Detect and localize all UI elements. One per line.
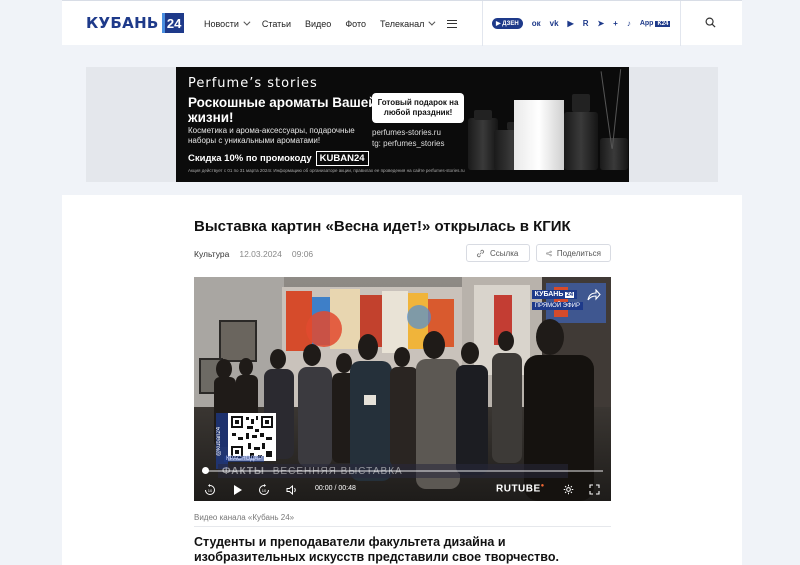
share-icon <box>546 250 552 256</box>
ad-headline: Роскошные ароматы Вашей жизни! <box>188 95 377 125</box>
qr-code-icon <box>228 413 276 461</box>
copy-link-button[interactable]: Ссылка <box>466 244 530 262</box>
rutube-logo[interactable]: RUTUBE● <box>496 483 545 494</box>
ad-promo-text: Скидка 10% по промокоду <box>188 153 312 164</box>
channel-name: КУБАНЬ <box>534 291 564 298</box>
settings-gear-icon[interactable] <box>563 484 574 495</box>
video-player[interactable]: КУБАНЬ24 ПРЯМОЙ ЭФИР @kuban24 КРАСНОДАР <box>194 277 611 501</box>
share-button[interactable]: Поделиться <box>536 244 611 262</box>
nav-item-news[interactable]: Новости <box>204 18 251 29</box>
ad-subtext: Косметика и арома-аксессуары, подарочные… <box>188 126 355 145</box>
share-arrow-icon[interactable] <box>587 289 601 301</box>
dzen-icon[interactable]: ▶ ДЗЕН <box>492 18 523 29</box>
play-icon[interactable] <box>232 484 243 496</box>
ad-telegram: tg: perfumes_stories <box>372 139 445 148</box>
video-time: 00:00 / 00:48 <box>315 485 356 492</box>
perfume-bottle-image <box>564 112 598 170</box>
nav-item-video[interactable]: Видео <box>305 19 331 29</box>
site-logo[interactable]: КУБАНЬ 24 <box>86 13 184 33</box>
share-label: Поделиться <box>556 248 601 258</box>
nav-item-tv[interactable]: Телеканал <box>380 18 436 29</box>
fullscreen-icon[interactable] <box>589 484 600 495</box>
ad-banner[interactable]: Perfume’s stories Роскошные ароматы Ваше… <box>176 67 629 182</box>
tiktok-icon[interactable]: ♪ <box>627 19 631 28</box>
nav-item-photo[interactable]: Фото <box>345 19 366 29</box>
channel-logo: КУБАНЬ 24 <box>531 290 578 299</box>
logo-number: 24 <box>161 13 184 33</box>
ad-container: Perfume’s stories Роскошные ароматы Ваше… <box>86 67 718 182</box>
volume-icon[interactable] <box>286 485 298 495</box>
article-meta: Культура 12.03.2024 09:06 <box>194 249 313 259</box>
social-links: ▶ ДЗЕН ок vk ▶ R ➤ + ♪ App K24 <box>492 1 671 46</box>
chevron-down-icon <box>243 18 251 26</box>
ok-icon[interactable]: ок <box>532 19 541 28</box>
logo-text: КУБАНЬ <box>86 14 159 32</box>
nav-label: Телеканал <box>380 18 425 29</box>
search-icon[interactable] <box>705 17 716 28</box>
telegram-icon[interactable]: ➤ <box>597 19 604 28</box>
article-time: 09:06 <box>291 249 314 259</box>
ad-gift-badge: Готовый подарок на любой праздник! <box>372 93 464 123</box>
forward-10-icon[interactable]: 10 <box>258 484 270 496</box>
chevron-down-icon <box>428 18 436 26</box>
progress-handle[interactable] <box>202 467 209 474</box>
bottle-cap-image <box>572 94 590 112</box>
rutube-logo-text: RUTUBE <box>496 483 541 495</box>
rutube-logo-dot: ● <box>540 483 545 489</box>
rewind-10-icon[interactable]: 10 <box>204 484 216 496</box>
article-title: Выставка картин «Весна идет!» открылась … <box>194 218 571 235</box>
link-icon <box>476 249 485 257</box>
menu-button[interactable] <box>447 19 458 28</box>
youtube-icon[interactable]: ▶ <box>568 19 574 28</box>
ad-brand: Perfume’s stories <box>188 76 318 91</box>
diffuser-stick-image <box>611 69 622 149</box>
channel-number: 24 <box>565 291 575 298</box>
ad-fine-print: Акция действует с 01 по 31 марта 2024г. … <box>188 168 465 173</box>
article-category[interactable]: Культура <box>194 249 229 259</box>
ad-promo-code: KUBAN24 <box>315 151 369 166</box>
article-date: 12.03.2024 <box>239 249 282 259</box>
main-nav: Новости Статьи Видео Фото Телеканал <box>204 1 458 46</box>
vk-icon[interactable]: vk <box>550 19 559 28</box>
bottle-cap-image <box>474 110 492 120</box>
video-progress-bar[interactable] <box>202 467 603 474</box>
article-container: Выставка картин «Весна идет!» открылась … <box>62 195 742 565</box>
video-caption: Видео канала «Кубань 24» <box>194 513 295 522</box>
nav-item-articles[interactable]: Статьи <box>262 19 291 29</box>
nav-label: Видео <box>305 18 332 29</box>
divider <box>680 1 681 46</box>
ad-links: perfumes-stories.ru tg: perfumes_stories <box>372 127 444 149</box>
rewind-label: 10 <box>208 488 213 493</box>
live-label: ПРЯМОЙ ЭФИР <box>531 302 583 310</box>
perfume-box-image <box>514 100 564 170</box>
hamburger-icon <box>447 19 458 28</box>
nav-label: Новости <box>204 18 239 29</box>
ad-promo: Скидка 10% по промокоду KUBAN24 <box>188 151 369 166</box>
plus-icon[interactable]: + <box>613 19 618 28</box>
nav-label: Статьи <box>261 18 292 29</box>
diffuser-bottle-image <box>600 138 628 170</box>
nav-label: Фото <box>345 18 366 29</box>
app-link[interactable]: App K24 <box>640 20 671 27</box>
site-header: КУБАНЬ 24 Новости Статьи Видео Фото Теле… <box>62 0 742 46</box>
divider <box>482 1 483 46</box>
ad-site: perfumes-stories.ru <box>372 128 441 137</box>
app-badge: K24 <box>655 20 671 27</box>
app-label: App <box>639 20 654 27</box>
channel-live-badge: КУБАНЬ 24 ПРЯМОЙ ЭФИР <box>531 283 583 310</box>
divider <box>194 526 611 527</box>
article-lead: Студенты и преподаватели факультета диза… <box>194 535 559 564</box>
forward-label: 10 <box>262 488 267 493</box>
city-label: КРАСНОДАР <box>224 456 265 462</box>
rutube-icon[interactable]: R <box>583 19 589 28</box>
copy-link-label: Ссылка <box>490 248 519 258</box>
